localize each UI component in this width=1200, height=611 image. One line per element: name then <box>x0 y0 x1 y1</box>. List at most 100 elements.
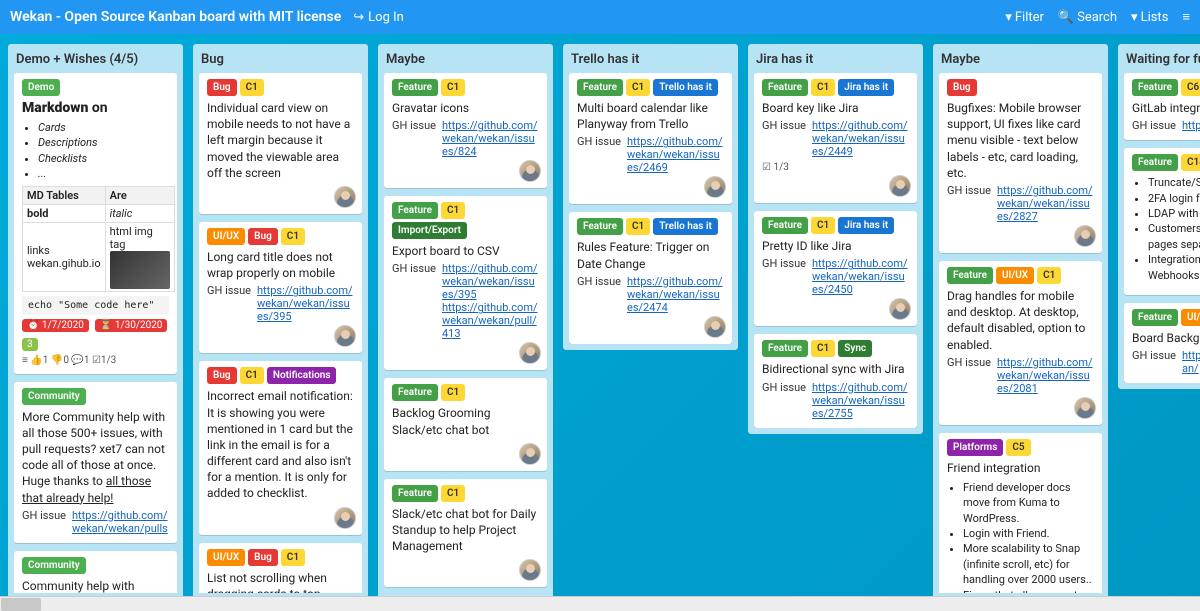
card[interactable]: PlatformsC5Friend integrationFriend deve… <box>939 433 1102 593</box>
card[interactable]: FeatureC1Jira has itBoard key like JiraG… <box>754 73 917 203</box>
gh-link[interactable]: https://github.com/wekan/wekan/issues/24… <box>627 275 723 314</box>
gh-link[interactable]: https://github.com/an/ <box>1182 349 1200 375</box>
scrollbar-thumb[interactable] <box>1 598 41 611</box>
list-title[interactable]: Trello has it <box>569 50 732 73</box>
card[interactable]: FeatureUI/UXBoard Background IGH issueht… <box>1124 303 1200 383</box>
member-avatar[interactable] <box>334 325 356 347</box>
card[interactable]: FeatureC1Slack/etc chat bot for Daily St… <box>384 479 547 588</box>
gh-label: GH issue <box>762 381 806 420</box>
list: MaybeFeatureC1Gravatar iconsGH issuehttp… <box>378 44 553 596</box>
member-avatar[interactable] <box>519 443 541 465</box>
card[interactable]: BugBugfixes: Mobile browser support, UI … <box>939 73 1102 253</box>
card[interactable]: BugC1NotificationsIncorrect email notifi… <box>199 361 362 534</box>
card[interactable]: UI/UXBugC1List not scrolling when draggi… <box>199 543 362 593</box>
list-title[interactable]: Jira has it <box>754 50 917 73</box>
card-label: Feature <box>1132 154 1178 171</box>
card[interactable]: FeatureC1Trello has itRules Feature: Tri… <box>569 212 732 343</box>
list-title[interactable]: Waiting for funding <box>1124 50 1200 73</box>
gh-link[interactable]: https://github.com/ <box>1182 119 1200 132</box>
gh-link[interactable]: https://github.com/wekan/wekan/issues/82… <box>442 119 538 158</box>
card-label: C1 <box>281 549 305 566</box>
gh-link[interactable]: https://github.com/wekan/wekan/issues/24… <box>627 135 723 174</box>
card-label: Import/Export <box>392 222 467 239</box>
gh-link[interactable]: https://github.com/wekan/wekan/issues/28… <box>997 184 1093 223</box>
member-avatar[interactable] <box>889 175 911 197</box>
card-text: Incorrect email notification: It is show… <box>207 388 354 501</box>
card-label: C6 <box>1181 79 1200 96</box>
gh-link[interactable]: https://github.com/wekan/wekan/issues/24… <box>812 257 908 296</box>
card-text: Rules Feature: Trigger on Date Change <box>577 239 724 271</box>
horizontal-scrollbar[interactable] <box>0 596 1200 611</box>
search-button[interactable]: 🔍 Search <box>1058 10 1117 25</box>
member-avatar[interactable] <box>519 160 541 182</box>
card-label: UI/UX <box>1181 309 1200 326</box>
card[interactable]: FeatureC1 Import/Export Export board to CS… <box>384 196 547 370</box>
login-link[interactable]: ↪ Log In <box>353 10 404 25</box>
gh-link[interactable]: https://github.com/wekan/wekan/pull/413 <box>442 301 538 340</box>
card-label: Feature <box>392 202 438 219</box>
card[interactable]: FeatureC14+SaTruncate/Scroll b2FA login … <box>1124 148 1200 295</box>
card[interactable]: FeatureC650GitLab integrationGH issuehtt… <box>1124 73 1200 140</box>
card-label: C1 <box>240 367 264 384</box>
filter-button[interactable]: ▾ Filter <box>1005 10 1044 25</box>
lists-button[interactable]: ▾ Lists <box>1131 10 1168 25</box>
gh-link[interactable]: https://github.com/wekan/wekan/issues/39… <box>257 284 353 323</box>
gh-label: GH issue <box>392 262 436 340</box>
member-avatar[interactable] <box>1074 397 1096 419</box>
card[interactable]: FeatureC1SyncBidirectional sync with Jir… <box>754 334 917 427</box>
card[interactable]: FeatureC1Jira has itPretty ID like JiraG… <box>754 211 917 326</box>
card-label: Sync <box>838 340 872 357</box>
list-title[interactable]: Maybe <box>384 50 547 73</box>
list-title[interactable]: Maybe <box>939 50 1102 73</box>
card-label: C1 <box>626 79 650 96</box>
gh-label: GH issue <box>577 275 621 314</box>
list: Waiting for fundingFeatureC650GitLab int… <box>1118 44 1200 389</box>
member-avatar[interactable] <box>334 186 356 208</box>
filter-icon: ▾ <box>1005 10 1012 25</box>
card[interactable]: FeatureC1Trello has itMulti board calend… <box>569 73 732 204</box>
card-label: C1 <box>811 340 835 357</box>
card[interactable]: UI/UXBugC1Long card title does not wrap … <box>199 222 362 353</box>
card-text: Friend integration <box>947 460 1094 476</box>
card-text: Pretty ID like Jira <box>762 238 909 254</box>
card[interactable]: FeatureUI/UXC1Drag handles for mobile an… <box>939 261 1102 425</box>
card[interactable]: FeatureC1Gravatar iconsGH issuehttps://g… <box>384 73 547 188</box>
card-label: UI/UX <box>996 267 1034 284</box>
gh-label: GH issue <box>947 356 991 395</box>
card-label: C1 <box>811 217 835 234</box>
card-text: Drag handles for mobile and desktop. At … <box>947 288 1094 353</box>
member-avatar[interactable] <box>1074 225 1096 247</box>
card-label: Bug <box>207 79 237 96</box>
card-text: Export board to CSV <box>392 243 539 259</box>
card[interactable]: CommunityCommunity help with Documentati… <box>14 551 177 593</box>
search-icon: 🔍 <box>1058 10 1074 25</box>
board-canvas[interactable]: Demo + Wishes (4/5)DemoMarkdown onCardsD… <box>0 34 1200 596</box>
card-label: Feature <box>762 79 808 96</box>
member-avatar[interactable] <box>334 507 356 529</box>
card-meta: ☑ 1/3 <box>762 162 909 173</box>
member-avatar[interactable] <box>704 176 726 198</box>
member-avatar[interactable] <box>519 559 541 581</box>
member-avatar[interactable] <box>889 298 911 320</box>
card-label: Feature <box>577 79 623 96</box>
member-avatar[interactable] <box>519 342 541 364</box>
card-text: GitLab integration <box>1132 100 1200 116</box>
gh-link[interactable]: https://github.com/wekan/wekan/issues/24… <box>812 119 908 158</box>
card-label: Feature <box>1132 309 1178 326</box>
gh-link[interactable]: https://github.com/wekan/wekan/pulls <box>72 509 168 535</box>
card[interactable]: FeatureC1Backlog Grooming Slack/etc chat… <box>384 378 547 470</box>
member-avatar[interactable] <box>704 316 726 338</box>
gh-label: GH issue <box>577 135 621 174</box>
menu-icon[interactable]: ≡ <box>1182 9 1190 25</box>
gh-link[interactable]: https://github.com/wekan/wekan/issues/20… <box>997 356 1093 395</box>
card[interactable]: CommunityMore Community help with all th… <box>14 382 177 543</box>
gh-link[interactable]: https://github.com/wekan/wekan/issues/39… <box>442 262 538 301</box>
card-label: C1 <box>441 202 465 219</box>
card[interactable]: DemoMarkdown onCardsDescriptionsChecklis… <box>14 73 177 374</box>
gh-link[interactable]: https://github.com/wekan/wekan/issues/27… <box>812 381 908 420</box>
card-label: Trello has it <box>653 218 718 235</box>
list-title[interactable]: Demo + Wishes (4/5) <box>14 50 177 73</box>
card[interactable]: BugC1Individual card view on mobile need… <box>199 73 362 214</box>
card-text: Bidirectional sync with Jira <box>762 361 909 377</box>
list-title[interactable]: Bug <box>199 50 362 73</box>
